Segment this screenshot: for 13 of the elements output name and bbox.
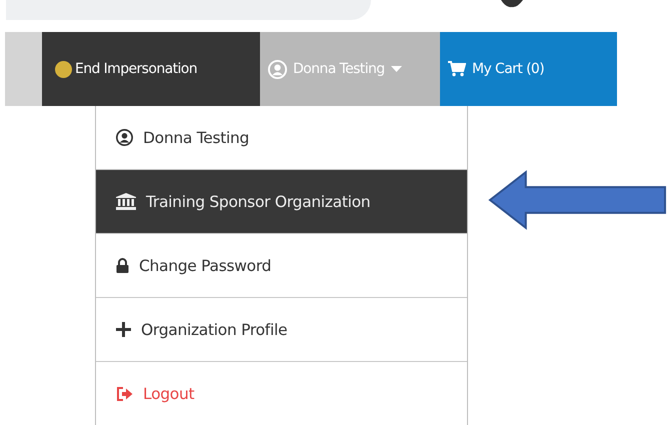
menu-item[interactable]: Training Sponsor Organization bbox=[96, 170, 467, 234]
end-impersonation-button[interactable]: End Impersonation bbox=[42, 32, 260, 106]
cart-icon bbox=[448, 61, 466, 77]
cart-button[interactable]: My Cart (0) bbox=[440, 32, 617, 106]
user-icon bbox=[116, 129, 133, 146]
user-icon bbox=[268, 60, 287, 78]
logo-icon bbox=[501, 0, 523, 8]
lock-icon bbox=[116, 258, 129, 273]
logout-icon bbox=[116, 386, 133, 400]
arrow-icon bbox=[488, 170, 667, 230]
caret-icon bbox=[390, 66, 402, 72]
bank-icon bbox=[116, 193, 136, 210]
plus-icon bbox=[116, 322, 131, 337]
